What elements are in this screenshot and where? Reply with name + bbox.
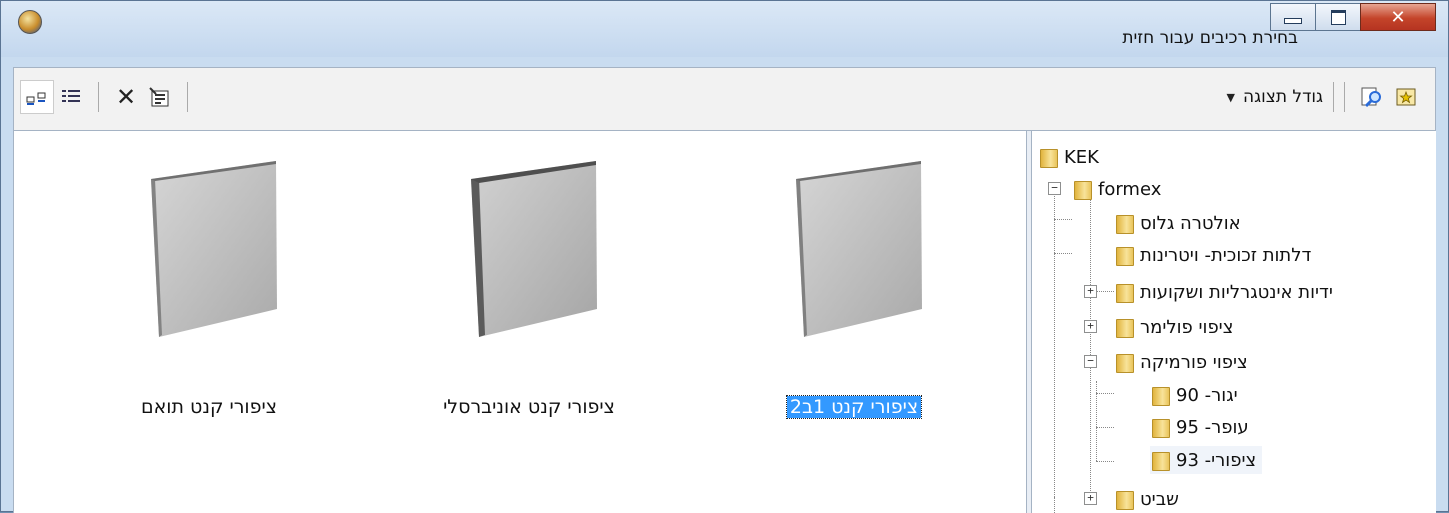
folder-icon (1150, 417, 1170, 438)
items-view: ציפורי קנט 1ב2 ציפורי קנט אוניברסלי ציפו… (13, 131, 1027, 513)
app-icon (18, 10, 42, 34)
folder-icon (1072, 179, 1092, 200)
panel-thumbnail (151, 161, 277, 337)
tree-connector (1054, 189, 1055, 497)
collapse-icon[interactable]: − (1084, 355, 1097, 368)
delete-button[interactable]: ✕ (109, 80, 143, 114)
display-size-label: גודל תצוגה (1243, 87, 1323, 107)
toolbar-separator (98, 82, 99, 112)
tree-item-formex[interactable]: formex (1072, 175, 1161, 203)
folder-icon (1114, 352, 1134, 373)
maximize-icon (1330, 9, 1346, 25)
new-item-button[interactable] (1389, 80, 1423, 114)
large-icons-view-button[interactable] (20, 80, 54, 114)
caption-buttons: ✕ (1270, 3, 1436, 33)
tree-connector (1096, 461, 1114, 462)
large-icons-icon (26, 92, 46, 105)
folder-icon (1114, 213, 1134, 234)
folder-icon (1150, 450, 1170, 471)
close-button[interactable]: ✕ (1360, 3, 1436, 31)
expand-icon[interactable]: + (1084, 320, 1097, 333)
tree-item[interactable]: ציפוי פורמיקה (1114, 348, 1248, 376)
tree-item[interactable]: ידיות אינטגרליות ושקועות (1114, 278, 1333, 306)
folder-icon (1114, 245, 1134, 266)
properties-icon (149, 87, 169, 107)
tile-item[interactable]: ציפורי קנט 1ב2 (714, 131, 994, 431)
panel-thumbnail (796, 161, 922, 337)
details-view-icon (62, 90, 80, 102)
folder-icon (1038, 147, 1058, 168)
tree-connector (1096, 393, 1114, 394)
toolbar: ✕ גודל תצוגה ▼ (13, 67, 1436, 131)
tree-item[interactable]: שביט (1114, 485, 1179, 513)
minimize-icon (1284, 18, 1302, 24)
folder-icon (1114, 317, 1134, 338)
folder-icon (1150, 385, 1170, 406)
tree-connector (1054, 253, 1072, 254)
tile-item[interactable]: ציפורי קנט תואם (69, 131, 349, 431)
folder-tree: KEK − formex אולטרה גלוס דלתות זכוכית- ו… (1032, 131, 1436, 513)
window: בחירת רכיבים עבור חזית ✕ ✕ גודל תצוגה ▼ … (0, 0, 1449, 513)
collapse-icon[interactable]: − (1048, 182, 1061, 195)
toolbar-separator (187, 82, 188, 112)
chevron-down-icon: ▼ (1226, 90, 1235, 104)
tree-item-child[interactable]: יגור- 90 (1150, 381, 1238, 409)
maximize-button[interactable] (1315, 3, 1361, 31)
minimize-button[interactable] (1270, 3, 1316, 31)
properties-button[interactable] (143, 80, 177, 114)
tile-label: ציפורי קנט 1ב2 (714, 395, 994, 419)
toolbar-right: גודל תצוגה ▼ (1227, 80, 1423, 114)
display-size-dropdown[interactable]: גודל תצוגה ▼ (1227, 87, 1323, 107)
search-button[interactable] (1355, 80, 1389, 114)
search-document-icon (1361, 87, 1381, 108)
tree-connector (1054, 219, 1072, 220)
expand-icon[interactable]: + (1084, 492, 1097, 505)
toolbar-separator (1333, 82, 1334, 112)
toolbar-separator (1344, 82, 1345, 112)
tree-item[interactable]: אולטרה גלוס (1114, 209, 1241, 237)
close-icon: ✕ (1390, 6, 1406, 28)
details-view-button[interactable] (54, 80, 88, 114)
tile-label: ציפורי קנט תואם (141, 396, 277, 418)
tree-item[interactable]: דלתות זכוכית- ויטרינות (1114, 241, 1311, 269)
folder-icon (1114, 282, 1134, 303)
tile-item[interactable]: ציפורי קנט אוניברסלי (389, 131, 669, 431)
toolbar-left: ✕ (20, 80, 198, 114)
tree-item-child[interactable]: עופר- 95 (1150, 413, 1249, 441)
tree-item-root[interactable]: KEK (1038, 143, 1099, 171)
tree-connector (1054, 497, 1055, 513)
title-bar[interactable]: בחירת רכיבים עבור חזית ✕ (1, 1, 1448, 57)
delete-icon: ✕ (115, 83, 137, 111)
tree-connector (1090, 197, 1091, 497)
new-item-icon (1396, 88, 1416, 106)
folder-icon (1114, 489, 1134, 510)
panel-thumbnail (471, 161, 597, 337)
expand-icon[interactable]: + (1084, 285, 1097, 298)
tree-item[interactable]: ציפוי פולימר (1114, 313, 1233, 341)
tree-item-child[interactable]: ציפורי- 93 (1150, 446, 1263, 474)
tree-connector (1096, 427, 1114, 428)
tile-label: ציפורי קנט אוניברסלי (443, 396, 615, 418)
